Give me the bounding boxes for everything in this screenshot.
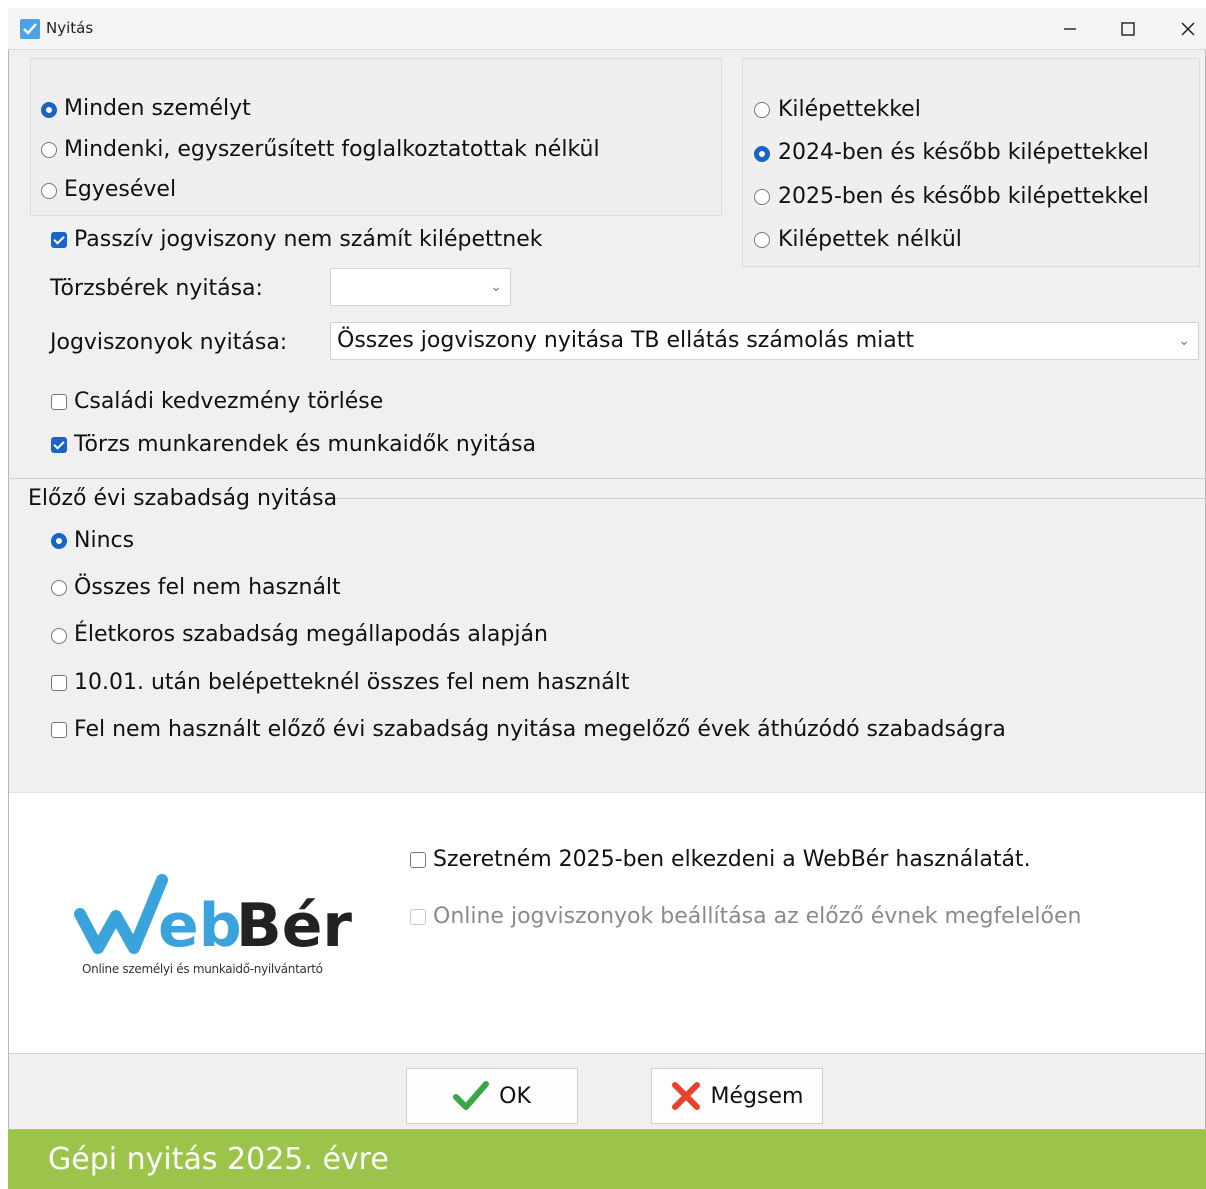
checkbox-online-jogviszonyok[interactable] [410, 909, 426, 925]
maximize-button[interactable] [1108, 14, 1148, 44]
ok-button-label: OK [499, 1083, 531, 1109]
close-button[interactable] [1168, 14, 1206, 44]
maximize-icon [1121, 22, 1135, 36]
label-athuzodo-szabadsag[interactable]: Fel nem használt előző évi szabadság nyi… [74, 717, 1006, 743]
svg-text:Bér: Bér [236, 891, 352, 961]
radio-mindenki-egyszerusitett[interactable] [41, 142, 57, 158]
radio-2024-kilepettekkel[interactable] [754, 146, 770, 162]
label-2024-kilepettekkel[interactable]: 2024-ben és később kilépettekkel [778, 140, 1149, 166]
separator [10, 478, 1205, 479]
checkbox-1001-utan[interactable] [51, 675, 67, 691]
minimize-button[interactable] [1050, 14, 1090, 44]
checkmark-icon [453, 1081, 490, 1111]
label-nincs[interactable]: Nincs [74, 528, 134, 554]
label-csaladi-kedvezmeny[interactable]: Családi kedvezmény törlése [74, 389, 383, 415]
label-torzsberek: Törzsbérek nyitása: [50, 276, 263, 301]
cancel-button-label: Mégsem [710, 1083, 804, 1109]
section-line [322, 498, 1205, 499]
caption-bar: Gépi nyitás 2025. évre [8, 1130, 1206, 1189]
label-eletkoros[interactable]: Életkoros szabadság megállapodás alapján [74, 622, 548, 648]
chevron-down-icon: ⌄ [490, 279, 502, 295]
close-icon [1181, 22, 1195, 36]
window-title: Nyitás [46, 19, 94, 37]
radio-nincs[interactable] [51, 533, 67, 549]
webber-tagline: Online személyi és munkaidő-nyilvántartó [82, 962, 323, 976]
label-passziv-jogviszony[interactable]: Passzív jogviszony nem számít kilépettne… [74, 227, 542, 253]
x-icon [671, 1081, 701, 1111]
label-egyesevel[interactable]: Egyesével [64, 177, 176, 203]
label-minden-szemelyt[interactable]: Minden személyt [64, 96, 251, 122]
app-checkbox-icon [20, 19, 40, 39]
minimize-icon [1064, 28, 1076, 30]
select-jogviszonyok-value: Összes jogviszony nyitása TB ellátás szá… [337, 328, 915, 353]
radio-egyesevel[interactable] [41, 183, 57, 199]
label-online-jogviszonyok: Online jogviszonyok beállítása az előző … [433, 904, 1082, 929]
chevron-down-icon: ⌄ [1178, 333, 1190, 349]
radio-2025-kilepettekkel[interactable] [754, 189, 770, 205]
select-torzsberek[interactable]: ⌄ [330, 268, 511, 306]
label-kilepettek-nelkul[interactable]: Kilépettek nélkül [778, 227, 962, 253]
label-mindenki-egyszerusitett[interactable]: Mindenki, egyszerűsített foglalkoztatott… [64, 137, 600, 163]
checkbox-csaladi-kedvezmeny[interactable] [51, 394, 67, 410]
radio-kilepettekkel[interactable] [754, 102, 770, 118]
radio-minden-szemelyt[interactable] [41, 102, 57, 118]
radio-kilepettek-nelkul[interactable] [754, 232, 770, 248]
radio-eletkoros[interactable] [51, 628, 67, 644]
label-torzs-munkarendek[interactable]: Törzs munkarendek és munkaidők nyitása [74, 432, 536, 458]
label-1001-utan[interactable]: 10.01. után belépetteknél összes fel nem… [74, 670, 630, 696]
checkbox-passziv-jogviszony[interactable] [51, 232, 67, 248]
label-osszes-fel-nem-hasznalt[interactable]: Összes fel nem használt [74, 575, 341, 601]
ok-button[interactable]: OK [406, 1068, 578, 1124]
label-jogviszonyok: Jogviszonyok nyitása: [50, 330, 288, 355]
cancel-button[interactable]: Mégsem [651, 1068, 823, 1124]
checkbox-webber-start[interactable] [410, 852, 426, 868]
checkbox-torzs-munkarendek[interactable] [51, 437, 67, 453]
label-webber-start[interactable]: Szeretném 2025-ben elkezdeni a WebBér ha… [433, 847, 1031, 873]
label-kilepettekkel[interactable]: Kilépettekkel [778, 97, 921, 123]
title-bar[interactable] [8, 8, 1206, 50]
label-2025-kilepettekkel[interactable]: 2025-ben és később kilépettekkel [778, 184, 1149, 210]
svg-text:eb: eb [158, 891, 242, 961]
select-jogviszonyok[interactable]: Összes jogviszony nyitása TB ellátás szá… [330, 322, 1199, 360]
checkbox-athuzodo-szabadsag[interactable] [51, 722, 67, 738]
section-title-szabadsag: Előző évi szabadság nyitása [28, 486, 338, 511]
radio-osszes-fel-nem-hasznalt[interactable] [51, 580, 67, 596]
